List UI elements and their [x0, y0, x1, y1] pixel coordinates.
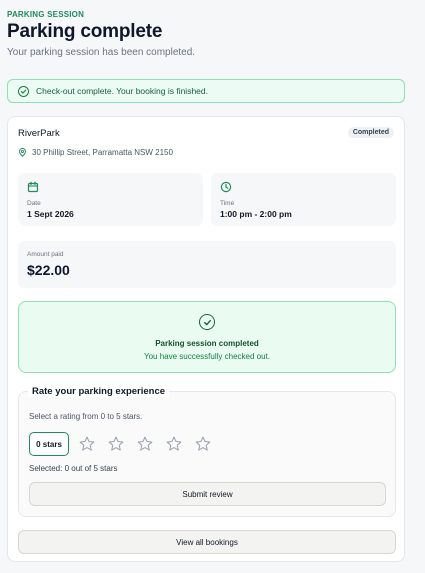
- star-icon: [108, 436, 124, 451]
- amount-value: $22.00: [27, 262, 70, 278]
- submit-review-button[interactable]: Submit review: [29, 482, 386, 506]
- time-label: Time: [220, 200, 235, 207]
- selected-rating-text: Selected: 0 out of 5 stars: [29, 464, 118, 473]
- star-2-button[interactable]: [107, 435, 125, 453]
- star-icon: [79, 436, 95, 451]
- rating-hint: Select a rating from 0 to 5 stars.: [29, 412, 143, 421]
- clock-icon: [220, 181, 232, 193]
- booking-card: RiverPark Completed 30 Phillip Street, P…: [7, 116, 405, 562]
- parking-complete-page: PARKING SESSION Parking complete Your pa…: [0, 0, 425, 573]
- checkout-banner: Check-out complete. Your booking is fini…: [7, 79, 405, 103]
- success-title: Parking session completed: [155, 339, 259, 348]
- date-label: Date: [27, 200, 41, 207]
- page-title: Parking complete: [7, 21, 163, 42]
- success-check-icon: [199, 314, 215, 330]
- star-icon: [137, 436, 153, 451]
- amount-label: Amount paid: [27, 251, 64, 258]
- page-eyebrow: PARKING SESSION: [7, 10, 85, 19]
- star-3-button[interactable]: [136, 435, 154, 453]
- address-text: 30 Phillip Street, Parramatta NSW 2150: [32, 148, 173, 157]
- time-tile: Time 1:00 pm - 2:00 pm: [211, 173, 396, 226]
- venue-name: RiverPark: [18, 128, 60, 139]
- star-icon: [166, 436, 182, 451]
- session-completed-panel: Parking session completed You have succe…: [18, 301, 396, 373]
- success-subtitle: You have successfully checked out.: [143, 352, 270, 361]
- date-value: 1 Sept 2026: [27, 209, 74, 219]
- star-5-button[interactable]: [194, 435, 212, 453]
- date-tile: Date 1 Sept 2026: [18, 173, 203, 226]
- view-all-bookings-button[interactable]: View all bookings: [18, 530, 396, 554]
- check-circle-icon: [18, 85, 29, 97]
- venue-address: 30 Phillip Street, Parramatta NSW 2150: [18, 148, 173, 157]
- rating-fieldset: Rate your parking experience Select a ra…: [18, 386, 396, 517]
- amount-paid-tile: Amount paid $22.00: [18, 241, 396, 288]
- banner-text: Check-out complete. Your booking is fini…: [36, 86, 208, 96]
- rating-legend: Rate your parking experience: [28, 386, 170, 397]
- location-pin-icon: [19, 148, 26, 157]
- calendar-icon: [27, 181, 39, 193]
- page-subtitle: Your parking session has been completed.: [7, 47, 196, 58]
- status-badge: Completed: [347, 127, 394, 138]
- time-value: 1:00 pm - 2:00 pm: [220, 209, 292, 219]
- star-1-button[interactable]: [78, 435, 96, 453]
- star-4-button[interactable]: [165, 435, 183, 453]
- zero-stars-option[interactable]: 0 stars: [29, 432, 69, 456]
- star-icon: [195, 436, 211, 451]
